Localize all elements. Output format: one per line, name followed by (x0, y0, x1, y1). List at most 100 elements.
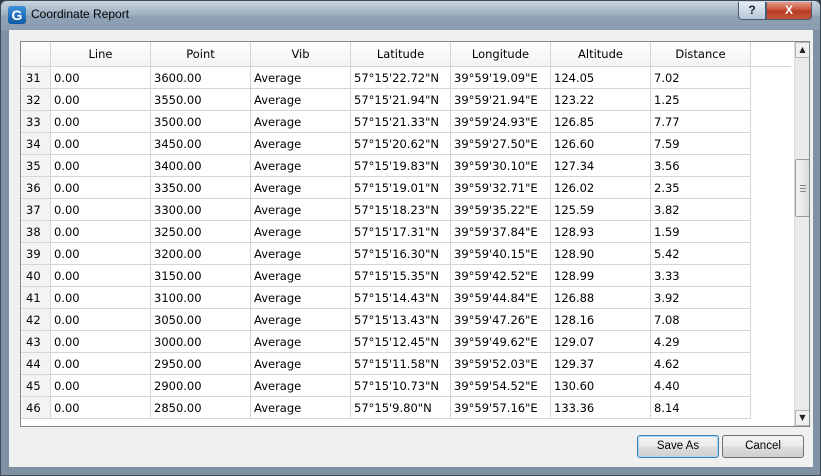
cell-vib[interactable]: Average (251, 265, 351, 287)
cell-distance[interactable]: 2.35 (651, 177, 751, 199)
cell-point[interactable]: 2950.00 (151, 353, 251, 375)
cell-longitude[interactable]: 39°59'47.26"E (451, 309, 551, 331)
cell-altitude[interactable]: 126.85 (551, 111, 651, 133)
cell-distance[interactable]: 3.92 (651, 287, 751, 309)
row-number[interactable]: 33 (21, 111, 51, 133)
cell-distance[interactable]: 1.25 (651, 89, 751, 111)
cell-longitude[interactable]: 39°59'57.16"E (451, 397, 551, 419)
table-row[interactable]: 44 0.00 2950.00 Average 57°15'11.58"N 39°59'5… (21, 353, 791, 375)
cell-point[interactable]: 2900.00 (151, 375, 251, 397)
cell-vib[interactable]: Average (251, 331, 351, 353)
column-header-line[interactable]: Line (51, 42, 151, 66)
cell-latitude[interactable]: 57°15'17.31"N (351, 221, 451, 243)
cell-distance[interactable]: 4.62 (651, 353, 751, 375)
cell-latitude[interactable]: 57°15'12.45"N (351, 331, 451, 353)
column-header-altitude[interactable]: Altitude (551, 42, 651, 66)
cell-longitude[interactable]: 39°59'35.22"E (451, 199, 551, 221)
cell-point[interactable]: 3450.00 (151, 133, 251, 155)
cell-longitude[interactable]: 39°59'21.94"E (451, 89, 551, 111)
cell-longitude[interactable]: 39°59'19.09"E (451, 67, 551, 89)
cell-point[interactable]: 3150.00 (151, 265, 251, 287)
cell-line[interactable]: 0.00 (51, 133, 151, 155)
column-header-point[interactable]: Point (151, 42, 251, 66)
cell-altitude[interactable]: 130.60 (551, 375, 651, 397)
table-row[interactable]: 45 0.00 2900.00 Average 57°15'10.73"N 39°59'5… (21, 375, 791, 397)
cell-latitude[interactable]: 57°15'21.94"N (351, 89, 451, 111)
cell-distance[interactable]: 7.59 (651, 133, 751, 155)
table-row[interactable]: 36 0.00 3350.00 Average 57°15'19.01"N 39°59'3… (21, 177, 791, 199)
cell-altitude[interactable]: 128.93 (551, 221, 651, 243)
cell-line[interactable]: 0.00 (51, 111, 151, 133)
cancel-button[interactable]: Cancel (722, 435, 804, 458)
cell-point[interactable]: 3550.00 (151, 89, 251, 111)
cell-latitude[interactable]: 57°15'19.01"N (351, 177, 451, 199)
cell-distance[interactable]: 1.59 (651, 221, 751, 243)
cell-longitude[interactable]: 39°59'42.52"E (451, 265, 551, 287)
row-number[interactable]: 41 (21, 287, 51, 309)
row-number[interactable]: 37 (21, 199, 51, 221)
cell-line[interactable]: 0.00 (51, 375, 151, 397)
cell-vib[interactable]: Average (251, 397, 351, 419)
cell-latitude[interactable]: 57°15'14.43"N (351, 287, 451, 309)
cell-point[interactable]: 3400.00 (151, 155, 251, 177)
cell-vib[interactable]: Average (251, 67, 351, 89)
cell-longitude[interactable]: 39°59'37.84"E (451, 221, 551, 243)
column-header-distance[interactable]: Distance (651, 42, 751, 66)
table-row[interactable]: 42 0.00 3050.00 Average 57°15'13.43"N 39°59'4… (21, 309, 791, 331)
cell-altitude[interactable]: 129.37 (551, 353, 651, 375)
cell-vib[interactable]: Average (251, 89, 351, 111)
row-number[interactable]: 39 (21, 243, 51, 265)
cell-line[interactable]: 0.00 (51, 199, 151, 221)
table-row[interactable]: 46 0.00 2850.00 Average 57°15'9.80"N 39°59'57… (21, 397, 791, 419)
cell-point[interactable]: 3250.00 (151, 221, 251, 243)
save-as-button[interactable]: Save As (637, 435, 719, 458)
cell-distance[interactable]: 7.77 (651, 111, 751, 133)
cell-vib[interactable]: Average (251, 353, 351, 375)
cell-longitude[interactable]: 39°59'24.93"E (451, 111, 551, 133)
cell-altitude[interactable]: 129.07 (551, 331, 651, 353)
table-row[interactable]: 34 0.00 3450.00 Average 57°15'20.62"N 39°59'2… (21, 133, 791, 155)
cell-vib[interactable]: Average (251, 309, 351, 331)
cell-vib[interactable]: Average (251, 287, 351, 309)
cell-altitude[interactable]: 128.90 (551, 243, 651, 265)
cell-latitude[interactable]: 57°15'11.58"N (351, 353, 451, 375)
row-number[interactable]: 38 (21, 221, 51, 243)
cell-vib[interactable]: Average (251, 133, 351, 155)
cell-line[interactable]: 0.00 (51, 243, 151, 265)
cell-longitude[interactable]: 39°59'32.71"E (451, 177, 551, 199)
cell-longitude[interactable]: 39°59'54.52"E (451, 375, 551, 397)
table-row[interactable]: 39 0.00 3200.00 Average 57°15'16.30"N 39°59'4… (21, 243, 791, 265)
cell-point[interactable]: 3100.00 (151, 287, 251, 309)
row-number[interactable]: 34 (21, 133, 51, 155)
cell-latitude[interactable]: 57°15'13.43"N (351, 309, 451, 331)
table-row[interactable]: 33 0.00 3500.00 Average 57°15'21.33"N 39°59'2… (21, 111, 791, 133)
table-row[interactable]: 41 0.00 3100.00 Average 57°15'14.43"N 39°59'4… (21, 287, 791, 309)
cell-altitude[interactable]: 126.02 (551, 177, 651, 199)
cell-altitude[interactable]: 128.16 (551, 309, 651, 331)
cell-latitude[interactable]: 57°15'21.33"N (351, 111, 451, 133)
scroll-thumb[interactable] (795, 159, 809, 217)
title-bar[interactable]: G Coordinate Report ? X (1, 1, 820, 30)
table-row[interactable]: 40 0.00 3150.00 Average 57°15'15.35"N 39°59'4… (21, 265, 791, 287)
cell-longitude[interactable]: 39°59'52.03"E (451, 353, 551, 375)
scroll-down-icon[interactable]: ▼ (795, 410, 809, 426)
row-number[interactable]: 45 (21, 375, 51, 397)
cell-vib[interactable]: Average (251, 111, 351, 133)
help-button[interactable]: ? (738, 2, 766, 20)
cell-longitude[interactable]: 39°59'30.10"E (451, 155, 551, 177)
cell-latitude[interactable]: 57°15'15.35"N (351, 265, 451, 287)
cell-distance[interactable]: 7.08 (651, 309, 751, 331)
cell-longitude[interactable]: 39°59'27.50"E (451, 133, 551, 155)
cell-distance[interactable]: 8.14 (651, 397, 751, 419)
cell-vib[interactable]: Average (251, 243, 351, 265)
cell-point[interactable]: 3000.00 (151, 331, 251, 353)
cell-point[interactable]: 3600.00 (151, 67, 251, 89)
cell-altitude[interactable]: 128.99 (551, 265, 651, 287)
cell-line[interactable]: 0.00 (51, 265, 151, 287)
row-number[interactable]: 44 (21, 353, 51, 375)
cell-vib[interactable]: Average (251, 199, 351, 221)
row-number[interactable]: 40 (21, 265, 51, 287)
cell-latitude[interactable]: 57°15'16.30"N (351, 243, 451, 265)
cell-point[interactable]: 3050.00 (151, 309, 251, 331)
row-number[interactable]: 46 (21, 397, 51, 419)
